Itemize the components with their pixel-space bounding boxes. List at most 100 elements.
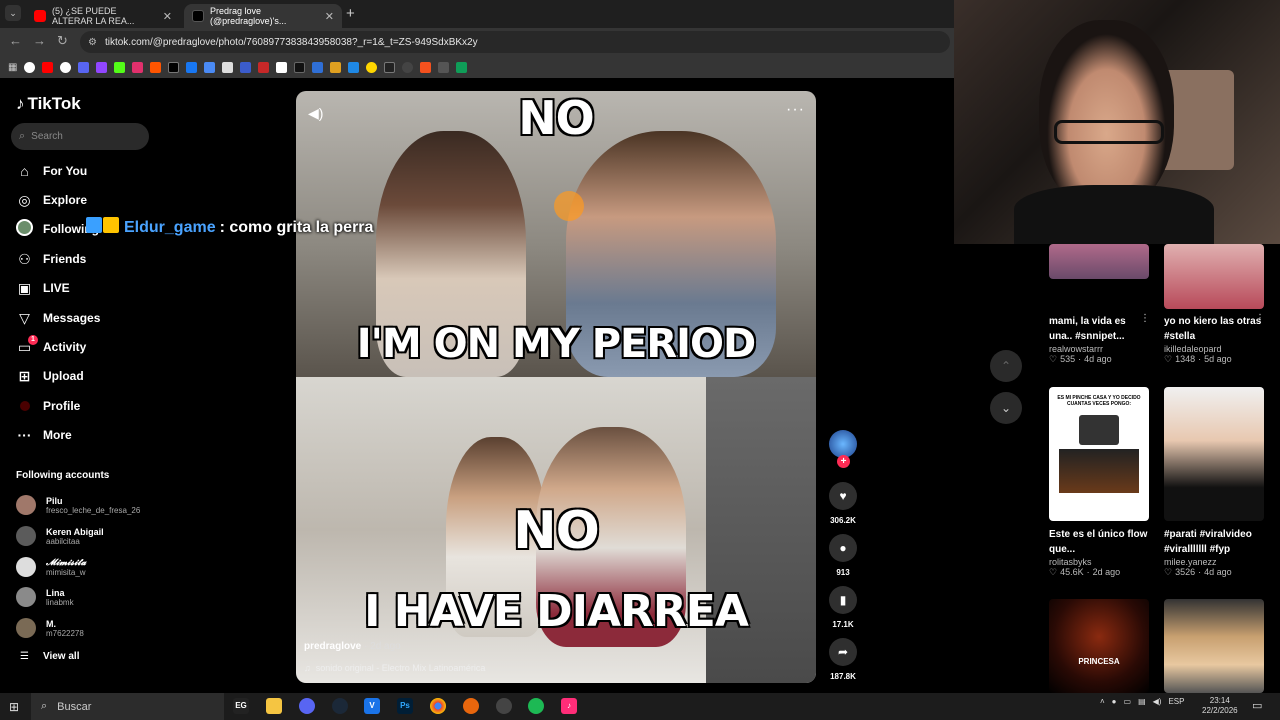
save-action[interactable]: ▮ 17.1K [829, 586, 857, 629]
bookmark-icon[interactable] [78, 61, 90, 73]
nav-for-you[interactable]: ⌂ For You [16, 161, 87, 181]
microphone-icon[interactable]: ● [1112, 697, 1117, 706]
nav-explore[interactable]: ◎ Explore [16, 190, 87, 210]
rec-more-icon[interactable]: ⋮ [1255, 313, 1265, 324]
nav-friends[interactable]: ⚇ Friends [16, 249, 86, 269]
post-media[interactable]: NO I'M ON MY PERIOD NO I HAVE DIARREA ◀)… [296, 91, 816, 683]
post-author-line[interactable]: predraglove · 2d ago [304, 641, 401, 652]
site-info-icon[interactable]: ⚙ [88, 37, 97, 48]
nav-profile[interactable]: Profile [16, 396, 80, 416]
taskbar-search[interactable]: ⌕ Buscar [31, 693, 224, 720]
bookmark-icon[interactable] [420, 61, 432, 73]
bookmark-icon[interactable] [186, 61, 198, 73]
share-icon[interactable]: ➦ [829, 638, 857, 666]
obs-icon[interactable] [496, 698, 512, 714]
rec-item[interactable]: mami, la vida es una.. #snnipet... realw… [1049, 314, 1149, 365]
close-tab-icon[interactable]: ✕ [325, 10, 334, 23]
tiktok-app-icon[interactable]: ♪ [561, 698, 577, 714]
bookmark-icon[interactable] [60, 61, 72, 73]
bookmark-kick-icon[interactable] [114, 61, 126, 73]
browser-tab-tiktok[interactable]: Predrag love (@predraglove)'s... ✕ [184, 4, 342, 28]
bookmark-icon[interactable] [150, 61, 162, 73]
steam-icon[interactable] [332, 698, 348, 714]
app-icon[interactable] [463, 698, 479, 714]
bookmark-twitch-icon[interactable] [96, 61, 108, 73]
bookmark-icon[interactable] [402, 61, 414, 73]
nav-live[interactable]: ▣ LIVE [16, 278, 70, 298]
rec-thumbnail[interactable] [1164, 387, 1264, 521]
rec-thumbnail[interactable] [1164, 244, 1264, 309]
share-action[interactable]: ➦ 187.8K [829, 638, 857, 681]
rec-item[interactable]: yo no kiero las otras #stella ikilledale… [1164, 314, 1264, 365]
bookmark-icon[interactable] [240, 61, 252, 73]
volume-icon[interactable]: ◀) [1153, 697, 1162, 706]
apps-grid-icon[interactable]: ▦ [8, 62, 17, 73]
new-tab-button[interactable]: + [346, 5, 355, 22]
previous-post-button[interactable]: ⌃ [990, 350, 1022, 382]
follow-plus-icon[interactable]: + [837, 455, 850, 468]
following-account[interactable]: Pilu fresco_leche_de_fresa_26 [16, 493, 140, 517]
bookmark-youtube-icon[interactable] [42, 61, 54, 73]
nav-more[interactable]: ··· More [16, 425, 72, 445]
following-account[interactable]: 𝓜𝓲𝓶𝓲𝓼𝓲𝓽𝓪 mimisita_w [16, 555, 86, 579]
like-action[interactable]: ♥ 306.2K [829, 482, 857, 525]
rec-thumbnail[interactable]: ES MI PINCHE CASA Y YO DECIDO CUANTAS VE… [1049, 387, 1149, 521]
browser-tab-youtube[interactable]: (5) ¿SE PUEDE ALTERAR LA REA... ✕ [26, 4, 180, 28]
chrome-icon[interactable] [430, 698, 446, 714]
more-options-icon[interactable]: ··· [786, 101, 805, 119]
forward-icon[interactable]: → [33, 33, 46, 48]
notifications-icon[interactable]: ▭ [1252, 699, 1262, 712]
bookmark-icon[interactable] [312, 61, 324, 73]
rec-more-icon[interactable]: ⋮ [1140, 313, 1150, 324]
post-author[interactable]: predraglove [304, 641, 361, 652]
discord-icon[interactable] [299, 698, 315, 714]
bookmark-x-icon[interactable] [168, 61, 180, 73]
network-icon[interactable]: ▤ [1138, 697, 1146, 706]
tiktok-logo[interactable]: ♪ TikTok [16, 94, 81, 114]
post-sound[interactable]: ♫ sonido original - Electro Mix Latinoam… [304, 663, 485, 673]
vegas-icon[interactable]: V [364, 698, 380, 714]
bookmark-icon[interactable] [204, 61, 216, 73]
language-indicator[interactable]: ESP [1168, 697, 1184, 706]
following-account[interactable]: M. m7622278 [16, 616, 84, 640]
clock[interactable]: 23:14 22/2/2026 [1202, 696, 1238, 716]
rec-thumbnail[interactable]: PRINCESA [1049, 599, 1149, 693]
windows-start-icon[interactable]: ⊞ [9, 700, 19, 714]
next-post-button[interactable]: ⌄ [990, 392, 1022, 424]
epic-games-icon[interactable]: EG [233, 698, 249, 714]
address-bar[interactable]: ⚙ tiktok.com/@predraglove/photo/76089773… [80, 31, 950, 53]
reload-icon[interactable]: ↻ [57, 33, 68, 49]
creator-avatar[interactable] [829, 430, 857, 458]
bookmark-instagram-icon[interactable] [132, 61, 144, 73]
comment-action[interactable]: ● 913 [829, 534, 857, 577]
back-icon[interactable]: ← [9, 33, 22, 48]
bookmark-notion-icon[interactable] [276, 61, 288, 73]
bookmark-icon[interactable] [330, 61, 342, 73]
nav-upload[interactable]: ⊞ Upload [16, 366, 84, 386]
bookmark-google-icon[interactable] [24, 61, 36, 73]
bookmark-icon[interactable] [348, 61, 360, 73]
photoshop-icon[interactable]: Ps [397, 698, 413, 714]
bookmark-icon[interactable] [294, 61, 306, 73]
following-account[interactable]: Lina linabmk [16, 585, 74, 609]
search-input[interactable]: ⌕ Search [11, 123, 149, 150]
nav-messages[interactable]: ▽ Messages [16, 308, 100, 328]
comment-icon[interactable]: ● [829, 534, 857, 562]
bookmark-icon[interactable] [222, 61, 234, 73]
close-tab-icon[interactable]: ✕ [163, 10, 172, 23]
heart-icon[interactable]: ♥ [829, 482, 857, 510]
bookmark-sheets-icon[interactable] [456, 61, 468, 73]
file-explorer-icon[interactable] [266, 698, 282, 714]
rec-thumbnail[interactable] [1164, 599, 1264, 693]
bookmark-icon[interactable] [366, 61, 378, 73]
bookmark-icon[interactable]: ▮ [829, 586, 857, 614]
rec-item[interactable]: #parati #viralvideo #viralllllll #fyp mi… [1164, 527, 1264, 578]
rec-thumbnail[interactable] [1049, 244, 1149, 279]
bookmark-icon[interactable] [258, 61, 270, 73]
view-all-button[interactable]: ☰ View all [20, 651, 79, 662]
spotify-icon[interactable] [528, 698, 544, 714]
bookmark-icon[interactable] [438, 61, 450, 73]
monitor-icon[interactable]: ▭ [1124, 697, 1132, 706]
rec-item[interactable]: Este es el único flow que... rolitasbyks… [1049, 527, 1149, 578]
tab-search-button[interactable]: ⌄ [5, 5, 21, 21]
